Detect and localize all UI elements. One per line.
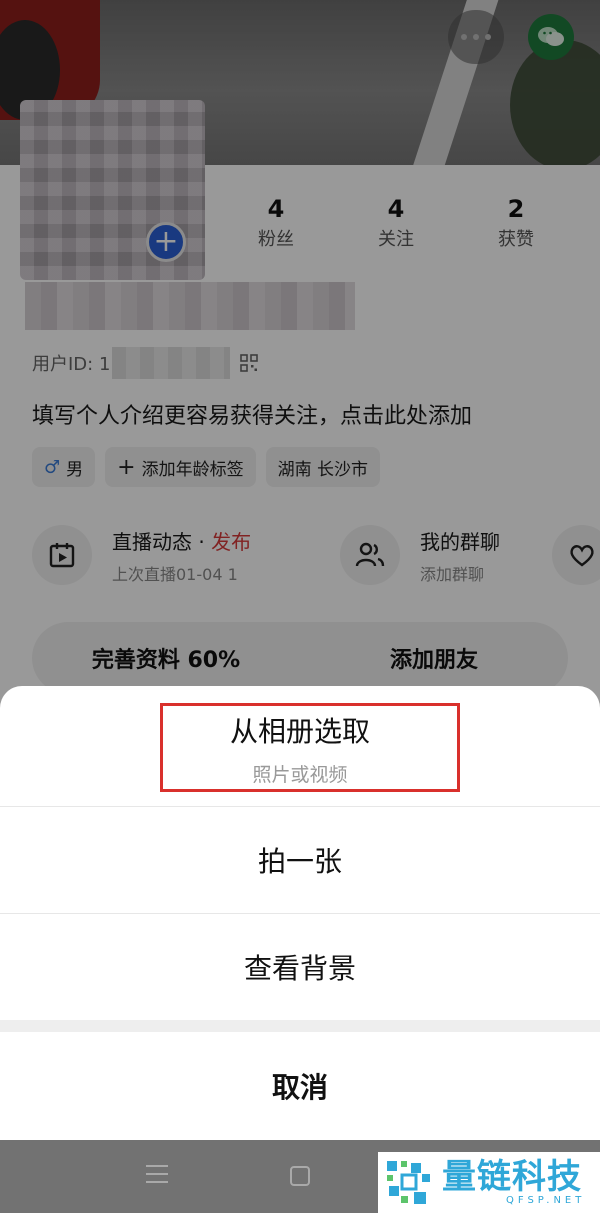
take-photo-option[interactable]: 拍一张 [0,807,600,913]
home-icon[interactable] [290,1166,310,1186]
view-background-option[interactable]: 查看背景 [0,914,600,1020]
menu-icon[interactable] [146,1165,168,1185]
action-sheet: 从相册选取 照片或视频 拍一张 查看背景 取消 [0,686,600,1140]
profile-page: + 4 粉丝 4 关注 2 获赞 用户ID: 1 填写个人介绍更容易获得关注，点… [0,0,600,1213]
watermark: 量链科技 QFSP.NET [378,1152,600,1213]
watermark-name: 量链科技 [442,1157,582,1197]
watermark-domain: QFSP.NET [506,1195,586,1206]
highlight-box [160,703,460,792]
sheet-gap [0,1020,600,1032]
watermark-logo-icon [387,1160,430,1204]
cancel-button[interactable]: 取消 [0,1032,600,1140]
